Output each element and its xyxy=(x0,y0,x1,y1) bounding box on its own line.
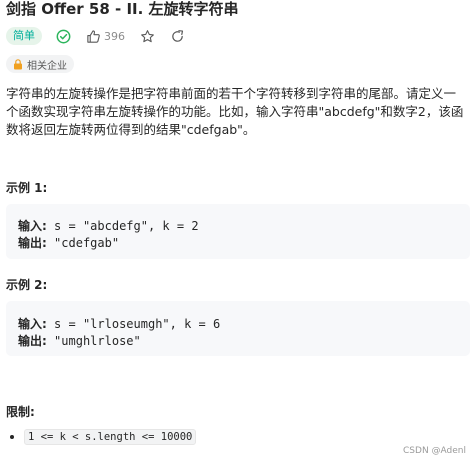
watermark: CSDN @Adenl xyxy=(403,446,466,456)
bullet xyxy=(10,435,14,439)
example-2-box: 输入: s = "lrloseumgh", k = 6 输出: "umghlrl… xyxy=(6,301,470,356)
example-2-input-label: 输入: xyxy=(18,317,47,331)
company-tag-label: 相关企业 xyxy=(27,60,67,72)
company-tag-button[interactable]: 相关企业 xyxy=(6,55,74,73)
example-1-input-label: 输入: xyxy=(18,219,47,233)
star-icon[interactable] xyxy=(139,28,155,44)
example-1-box: 输入: s = "abcdefg", k = 2 输出: "cdefgab" xyxy=(6,204,470,259)
constraint-code: 1 <= k < s.length <= 10000 xyxy=(24,429,197,445)
share-icon[interactable] xyxy=(169,28,185,44)
lock-icon xyxy=(13,58,23,70)
example-1-input-value: s = "abcdefg", k = 2 xyxy=(54,219,199,233)
example-1-output: 输出: "cdefgab" xyxy=(18,234,119,251)
problem-title: 剑指 Offer 58 - II. 左旋转字符串 xyxy=(6,0,239,18)
constraint-item: 1 <= k < s.length <= 10000 xyxy=(6,429,197,445)
difficulty-badge: 简单 xyxy=(6,27,42,45)
example-2-heading: 示例 2: xyxy=(6,278,48,292)
thumbs-up-icon[interactable] xyxy=(85,28,101,44)
example-2-input: 输入: s = "lrloseumgh", k = 6 xyxy=(18,315,220,332)
example-1-input: 输入: s = "abcdefg", k = 2 xyxy=(18,217,199,234)
example-2-output-value: "umghlrlose" xyxy=(54,334,141,348)
problem-description: 字符串的左旋转操作是把字符串前面的若干个字符转移到字符串的尾部。请定义一个函数实… xyxy=(6,86,464,137)
like-count: 396 xyxy=(104,29,125,43)
example-2-output-label: 输出: xyxy=(18,334,47,348)
check-circle-icon xyxy=(55,28,71,44)
example-1-output-value: "cdefgab" xyxy=(54,236,120,250)
constraints-heading: 限制: xyxy=(6,405,35,419)
example-1-heading: 示例 1: xyxy=(6,181,48,195)
example-1-output-label: 输出: xyxy=(18,236,47,250)
problem-meta-row: 简单 396 xyxy=(6,26,185,46)
example-2-output: 输出: "umghlrlose" xyxy=(18,332,141,349)
example-2-input-value: s = "lrloseumgh", k = 6 xyxy=(54,317,221,331)
